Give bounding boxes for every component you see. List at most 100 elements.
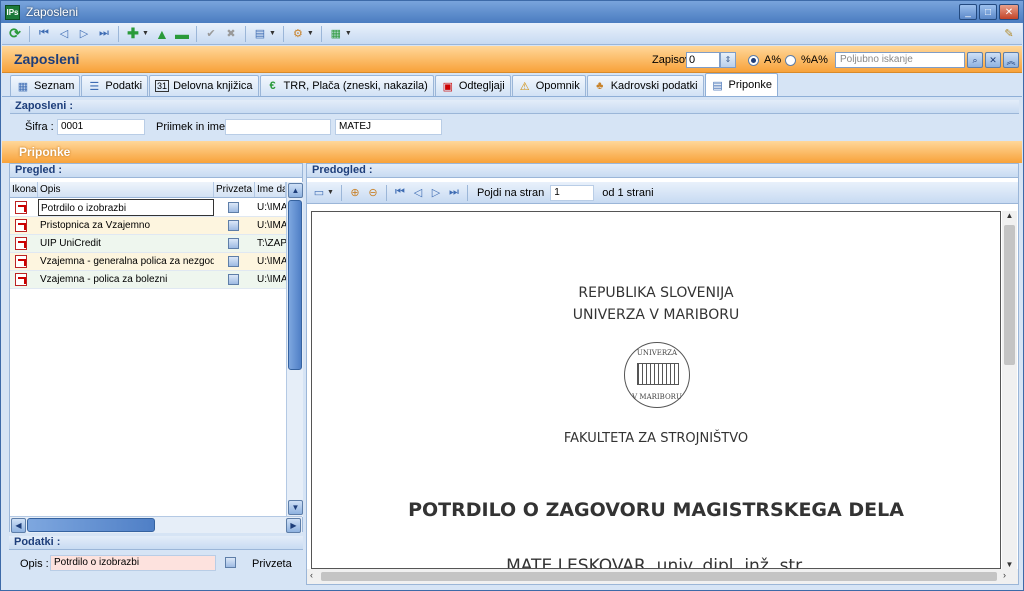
window-title: Zaposleni [26, 5, 79, 19]
col-ime-datoteke[interactable]: Ime da [255, 182, 286, 197]
zoom-out-icon[interactable]: ⊖ [365, 185, 381, 201]
prev-record-icon[interactable]: ◁ [55, 25, 73, 43]
tab-priponke[interactable]: ▤ Priponke [704, 73, 778, 96]
search-input[interactable]: Poljubno iskanje [835, 52, 965, 68]
hscroll-thumb[interactable] [27, 518, 155, 532]
tools-icon[interactable]: ⚙ [289, 25, 307, 43]
tab-opomnik[interactable]: ⚠ Opomnik [511, 75, 586, 96]
tab-trr[interactable]: € TRR, Plača (zneski, nakazila) [259, 75, 434, 96]
add-icon[interactable]: ✚ [124, 25, 142, 43]
radio-a-contains-label: %A% [801, 54, 828, 66]
preview-scroll-down-icon[interactable]: ▼ [1002, 560, 1017, 569]
name-label: Priimek in ime [156, 121, 226, 133]
firstname-input[interactable]: MATEJ [335, 119, 442, 135]
zapisov-input[interactable]: 0 [686, 52, 720, 68]
search-icon[interactable]: ⌕ [967, 52, 983, 68]
sifra-label: Šifra : [25, 121, 54, 133]
page-input[interactable]: 1 [550, 184, 595, 201]
pdf-icon [15, 237, 27, 250]
remove-icon[interactable]: ▬ [173, 25, 191, 43]
col-ikona[interactable]: Ikona [10, 182, 38, 197]
radio-a-prefix[interactable] [748, 55, 759, 66]
privzeta-detail-checkbox[interactable] [225, 557, 236, 568]
table-row[interactable]: UIP UniCredit T:\ZAP [10, 235, 286, 253]
zoom-in-icon[interactable]: ⊕ [347, 185, 363, 201]
last-record-icon[interactable]: ⏭ [95, 25, 113, 43]
maximize-button[interactable]: □ [979, 4, 997, 20]
app-icon: IPs [5, 4, 20, 20]
last-page-icon[interactable]: ⏭ [446, 185, 462, 201]
first-record-icon[interactable]: ⏮ [35, 25, 53, 43]
preview-scroll-right-icon[interactable]: › [1003, 570, 1006, 580]
tab-kadrovski-podatki[interactable]: ♣ Kadrovski podatki [586, 75, 704, 96]
table-row[interactable]: Vzajemna - generalna polica za nezgode U… [10, 253, 286, 271]
opis-input[interactable]: Potrdilo o izobrazbi [50, 555, 216, 571]
preview-vscroll[interactable]: ▲ ▼ [1002, 211, 1017, 569]
table-row[interactable]: Pristopnica za Vzajemno U:\IMA [10, 217, 286, 235]
doc-heading: POTRDILO O ZAGOVORU MAGISTRSKEGA DELA [408, 499, 904, 521]
predogled-panel: Predogled : ▭ ▼ ⊕ ⊖ ⏮ ◁ ▷ ⏭ Pojdi na stra… [306, 163, 1019, 585]
preview-toolbar: ▭ ▼ ⊕ ⊖ ⏮ ◁ ▷ ⏭ Pojdi na stran 1 od 1 str… [307, 182, 1018, 204]
title-bar: IPs Zaposleni _ □ ✕ [1, 1, 1023, 23]
col-privzeta[interactable]: Privzeta [214, 182, 255, 197]
preview-scroll-up-icon[interactable]: ▲ [1002, 211, 1017, 220]
sifra-input[interactable]: 0001 [57, 119, 145, 135]
pregled-hscroll[interactable]: ◀ ▶ [10, 516, 302, 533]
confirm-icon[interactable]: ✔ [202, 25, 220, 43]
next-record-icon[interactable]: ▷ [75, 25, 93, 43]
radio-a-contains[interactable] [785, 55, 796, 66]
tab-seznam[interactable]: ▦ Seznam [10, 75, 81, 96]
scroll-down-icon[interactable]: ▼ [288, 500, 303, 515]
preview-hscroll-thumb[interactable] [321, 572, 997, 581]
print-icon[interactable]: ▤ [251, 25, 269, 43]
zaposleni-section-header: Zaposleni : [10, 100, 1019, 114]
privzeta-checkbox[interactable] [228, 220, 239, 231]
doc-line2: UNIVERZA V MARIBORU [572, 307, 740, 323]
opis-label: Opis : [20, 558, 49, 570]
scroll-left-icon[interactable]: ◀ [11, 518, 26, 533]
euro-icon: € [269, 80, 276, 92]
preview-hscroll[interactable]: ‹ › [307, 569, 1018, 584]
doc-partial-line: MATE LESKOVAR, univ. dipl. inž. str. [506, 556, 806, 569]
grid-icon: ▦ [17, 80, 29, 93]
collapse-icon[interactable]: ︽ [1003, 52, 1019, 68]
export-icon[interactable]: ▦ [327, 25, 345, 43]
radio-a-prefix-label: A% [764, 54, 782, 66]
refresh-icon[interactable]: ⟳ [6, 25, 24, 43]
preview-scroll-thumb[interactable] [1004, 225, 1015, 365]
prev-page-icon[interactable]: ◁ [410, 185, 426, 201]
tab-podatki[interactable]: ☰ Podatki [81, 75, 149, 96]
zapisov-spinner[interactable]: ⇕ [720, 52, 736, 68]
preview-scroll-left-icon[interactable]: ‹ [310, 570, 313, 580]
page-icon[interactable]: ▭ [311, 185, 327, 201]
privzeta-checkbox[interactable] [228, 202, 239, 213]
tab-odtegljaji[interactable]: ▣ Odtegljaji [434, 75, 511, 96]
up-icon[interactable]: ▲ [153, 25, 171, 43]
next-page-icon[interactable]: ▷ [428, 185, 444, 201]
pregled-panel: Pregled : Ikona Opis Privzeta Ime da Pot… [9, 163, 303, 533]
pdf-icon [15, 255, 27, 268]
clear-search-icon[interactable]: ✕ [985, 52, 1001, 68]
pdf-icon [15, 219, 27, 232]
cancel-icon[interactable]: ✖ [222, 25, 240, 43]
page-title: Zaposleni [14, 51, 80, 67]
scroll-up-icon[interactable]: ▲ [288, 183, 303, 198]
notes-icon[interactable]: ✎ [1000, 25, 1018, 43]
surname-input[interactable] [225, 119, 331, 135]
privzeta-checkbox[interactable] [228, 238, 239, 249]
table-row[interactable]: Vzajemna - polica za bolezni U:\IMA [10, 271, 286, 289]
privzeta-checkbox[interactable] [228, 274, 239, 285]
table-row[interactable]: Potrdilo o izobrazbi U:\IMA [10, 199, 286, 217]
scroll-right-icon[interactable]: ▶ [286, 518, 301, 533]
pregled-vscroll[interactable]: ▲ ▼ [286, 182, 303, 517]
minimize-button[interactable]: _ [959, 4, 977, 20]
privzeta-checkbox[interactable] [228, 256, 239, 267]
privzeta-detail-label: Privzeta [252, 558, 292, 570]
first-page-icon[interactable]: ⏮ [392, 185, 408, 201]
col-opis[interactable]: Opis [38, 182, 214, 197]
header-bar: Zaposleni Zapisov : 0 ⇕ A% %A% Poljubno … [2, 46, 1022, 73]
tab-delovna-knjizica[interactable]: 31 Delovna knjižica [149, 75, 259, 96]
close-button[interactable]: ✕ [999, 4, 1019, 20]
scroll-thumb[interactable] [288, 200, 302, 370]
main-toolbar: ⟳ ⏮ ◁ ▷ ⏭ ✚ ▼ ▲ ▬ ✔ ✖ ▤ ▼ ⚙ ▼ ▦ ▼ ✎ [2, 23, 1022, 45]
